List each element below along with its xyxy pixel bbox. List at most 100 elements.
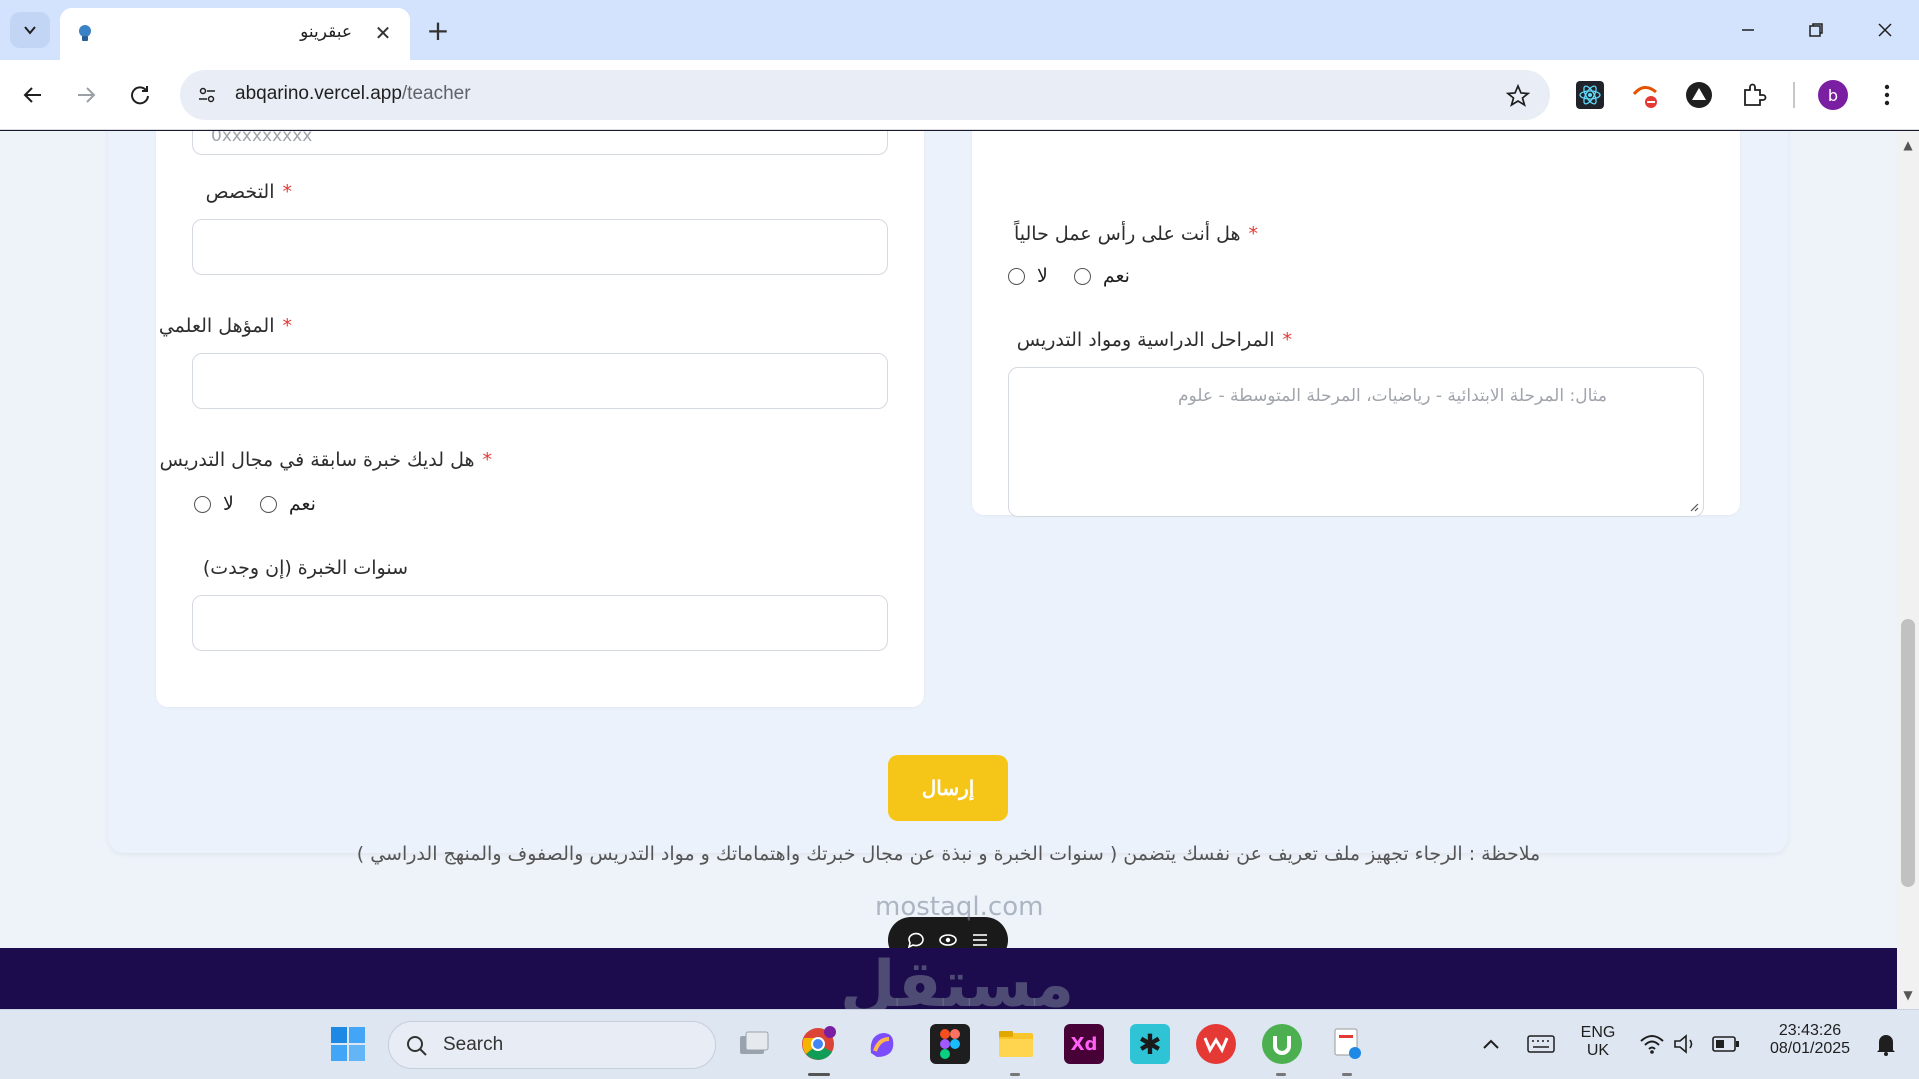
submit-button[interactable]: إرسال — [888, 755, 1008, 821]
arrow-left-icon — [23, 87, 41, 103]
required-asterisk: * — [282, 315, 293, 337]
input-language[interactable]: ENG UK — [1570, 1024, 1626, 1060]
snipping-tool-icon[interactable] — [1328, 1024, 1368, 1064]
experience-yes-option[interactable]: نعم — [259, 493, 316, 515]
working-yes-radio[interactable] — [1073, 267, 1091, 285]
experience-question-label: * هل لديك خبرة سابقة في مجال التدريس — [160, 449, 492, 471]
scroll-down-arrow-icon[interactable]: ▼ — [1902, 989, 1914, 1001]
working-question-text: هل أنت على رأس عمل حالياً — [1014, 223, 1241, 245]
task-view-icon[interactable] — [734, 1024, 774, 1064]
show-hidden-icons-icon[interactable] — [1471, 1024, 1511, 1064]
url-path: /teacher — [401, 83, 471, 104]
stages-placeholder: مثال: المرحلة الابتدائية - رياضيات، المر… — [1177, 386, 1607, 406]
more-menu-icon[interactable] — [1870, 78, 1904, 112]
stages-label-text: المراحل الدراسية ومواد التدريس — [1016, 329, 1275, 351]
scroll-thumb[interactable] — [1901, 619, 1915, 887]
required-asterisk: * — [1282, 329, 1293, 351]
watermark-logo: مستقل — [840, 948, 1075, 1009]
working-yes-label: نعم — [1102, 265, 1130, 287]
eye-icon[interactable] — [938, 930, 958, 950]
region-code: UK — [1586, 1042, 1610, 1059]
wps-office-icon[interactable] — [1196, 1024, 1236, 1064]
browser-toolbar: abqarino.vercel.app/teacher b — [0, 60, 1919, 130]
notification-bell-icon[interactable] — [1866, 1024, 1906, 1064]
specialization-input[interactable] — [192, 219, 888, 275]
resize-handle-icon[interactable] — [1689, 502, 1699, 512]
arrow-right-icon — [78, 87, 96, 103]
form-column-right: * هل أنت على رأس عمل حالياً نعم لا * المرا… — [972, 131, 1740, 517]
working-yes-option[interactable]: نعم — [1073, 265, 1130, 287]
toolbar-divider — [1793, 82, 1795, 108]
taskbar-clock[interactable]: 23:43:26 08/01/2025 — [1756, 1022, 1864, 1058]
profile-avatar[interactable]: b — [1818, 80, 1848, 110]
specialization-label-text: التخصص — [205, 181, 275, 203]
keyboard-icon[interactable] — [1521, 1024, 1561, 1064]
reload-icon — [131, 86, 149, 105]
url-host: abqarino.vercel.app — [235, 83, 402, 104]
experience-radio-group: نعم لا — [194, 493, 316, 515]
reload-button[interactable] — [122, 77, 158, 113]
chrome-taskbar-icon[interactable] — [798, 1024, 838, 1064]
close-tab-icon[interactable]: ✕ — [370, 20, 396, 46]
vercel-extension-icon[interactable] — [1682, 78, 1716, 112]
bookmark-star-icon[interactable] — [1504, 82, 1532, 110]
tab-strip: عبقرينو ✕ + — [0, 0, 1919, 60]
phone-placeholder: 0xxxxxxxxx — [211, 131, 313, 146]
back-button[interactable] — [15, 77, 51, 113]
stages-textarea[interactable]: مثال: المرحلة الابتدائية - رياضيات، المر… — [1008, 367, 1704, 517]
close-window-button[interactable] — [1862, 10, 1908, 50]
language-code: ENG — [1580, 1024, 1616, 1041]
adobe-xd-icon[interactable]: Xd — [1064, 1024, 1104, 1064]
phone-input[interactable]: 0xxxxxxxxx — [192, 131, 888, 155]
active-app-indicator — [808, 1073, 830, 1076]
restore-icon — [1809, 23, 1823, 37]
address-bar[interactable]: abqarino.vercel.app/teacher — [180, 70, 1550, 120]
windows-start-icon[interactable] — [328, 1024, 368, 1064]
required-asterisk: * — [1248, 223, 1259, 245]
battery-icon[interactable] — [1706, 1024, 1746, 1064]
utorrent-icon[interactable] — [1262, 1024, 1302, 1064]
extensions-puzzle-icon[interactable] — [1737, 78, 1771, 112]
running-indicator — [1276, 1073, 1286, 1076]
forward-button[interactable] — [68, 77, 104, 113]
required-asterisk: * — [482, 449, 493, 471]
working-no-label: لا — [1037, 265, 1048, 287]
experience-no-label: لا — [223, 493, 234, 515]
tab-search-button[interactable] — [10, 12, 50, 48]
years-input[interactable] — [192, 595, 888, 651]
working-no-radio[interactable] — [1008, 267, 1025, 285]
site-info-button[interactable] — [190, 78, 224, 112]
tune-icon — [199, 87, 215, 103]
working-no-option[interactable]: لا — [1008, 265, 1048, 287]
chevron-down-icon — [24, 26, 36, 35]
experience-no-option[interactable]: لا — [194, 493, 234, 515]
comment-icon[interactable] — [906, 930, 926, 950]
submission-note: ملاحظة : الرجاء تجهيز ملف تعريف عن نفسك … — [356, 843, 1541, 865]
taskbar-search[interactable]: Search — [388, 1021, 716, 1069]
extension-blocked-icon[interactable] — [1628, 78, 1662, 112]
volume-icon[interactable] — [1665, 1024, 1705, 1064]
new-tab-button[interactable]: + — [422, 14, 454, 47]
qualification-input[interactable] — [192, 353, 888, 409]
browser-tab[interactable]: عبقرينو ✕ — [60, 8, 410, 60]
minimize-button[interactable] — [1725, 10, 1771, 50]
years-label: سنوات الخبرة (إن وجدت) — [202, 557, 408, 579]
qualification-label: * المؤهل العلمي — [159, 315, 292, 337]
react-devtools-icon[interactable] — [1573, 78, 1607, 112]
taskbar-search-placeholder: Search — [443, 1034, 504, 1055]
figma-icon[interactable] — [930, 1024, 970, 1064]
copilot-icon[interactable] — [862, 1024, 902, 1064]
qualification-label-text: المؤهل العلمي — [158, 315, 275, 337]
file-explorer-icon[interactable] — [996, 1024, 1036, 1064]
watermark-url: mostaql.com — [875, 892, 1044, 922]
minimize-icon — [1742, 29, 1754, 31]
lightbulb-icon — [79, 25, 91, 41]
menu-lines-icon[interactable] — [970, 930, 990, 950]
restore-button[interactable] — [1793, 10, 1839, 50]
page-scrollbar[interactable]: ▲ ▼ — [1897, 131, 1919, 1009]
asterisk-app-icon[interactable]: ✱ — [1130, 1024, 1170, 1064]
experience-no-radio[interactable] — [194, 495, 211, 513]
experience-yes-radio[interactable] — [259, 495, 277, 513]
scroll-up-arrow-icon[interactable]: ▲ — [1902, 139, 1914, 151]
site-footer: مستقل — [0, 948, 1897, 1009]
